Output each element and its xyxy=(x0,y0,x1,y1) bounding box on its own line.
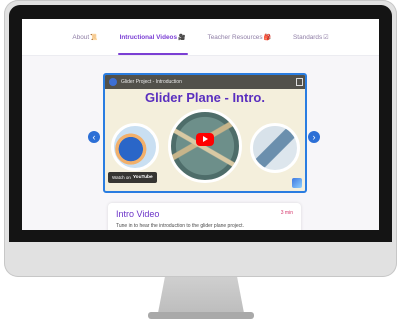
card-title: Intro Video xyxy=(116,209,160,219)
card-duration: 3 min xyxy=(280,210,293,216)
tab-about[interactable]: About📜 xyxy=(70,30,99,45)
tab-videos-label: Intructional Videos xyxy=(119,33,178,41)
backpack-icon: 🎒 xyxy=(263,34,272,41)
carousel-prev-button[interactable]: ‹ xyxy=(88,131,100,143)
channel-logo-icon xyxy=(292,178,302,188)
youtube-play-icon[interactable] xyxy=(196,133,214,146)
scroll-icon: 📜 xyxy=(90,34,98,41)
channel-avatar-icon[interactable] xyxy=(109,78,117,86)
video-top-bar: Glider Project - Introduction xyxy=(105,75,305,89)
watch-on-label: Watch on xyxy=(112,175,131,180)
monitor-stand-base xyxy=(148,312,254,319)
thumbnail-photo-left xyxy=(111,123,159,171)
watch-on-youtube-button[interactable]: Watch on YouTube xyxy=(108,172,157,183)
tab-about-label: About xyxy=(72,33,90,41)
tab-instructional-videos[interactable]: Intructional Videos🎥 xyxy=(117,30,188,55)
tab-standards-label: Standards xyxy=(293,33,323,41)
screen: About📜 Intructional Videos🎥 Teacher Reso… xyxy=(22,19,379,230)
thumbnail-photo-right xyxy=(250,123,300,173)
chevron-right-icon: › xyxy=(312,132,316,142)
video-thumbnail-title: Glider Plane - Intro. xyxy=(145,90,265,105)
video-info-card: Intro Video 3 min Tune in to hear the in… xyxy=(108,203,301,230)
top-nav: About📜 Intructional Videos🎥 Teacher Reso… xyxy=(22,19,379,56)
camera-icon: 🎥 xyxy=(178,34,186,41)
monitor-stand xyxy=(158,277,244,313)
tab-standards[interactable]: Standards☑ xyxy=(291,30,331,45)
checkbox-icon: ☑ xyxy=(323,34,329,41)
thumbnail-photo-center xyxy=(168,109,242,183)
chevron-left-icon: ‹ xyxy=(92,132,96,142)
video-channel-title[interactable]: Glider Project - Introduction xyxy=(121,79,182,85)
copy-link-icon[interactable] xyxy=(296,78,303,86)
youtube-logo-text: YouTube xyxy=(132,175,153,180)
tab-teacher-resources[interactable]: Teacher Resources🎒 xyxy=(206,30,274,45)
card-description: Tune in to hear the introduction to the … xyxy=(116,223,244,229)
carousel-next-button[interactable]: › xyxy=(308,131,320,143)
video-player[interactable]: Glider Project - Introduction Glider Pla… xyxy=(103,73,307,193)
tab-resources-label: Teacher Resources xyxy=(207,33,263,41)
